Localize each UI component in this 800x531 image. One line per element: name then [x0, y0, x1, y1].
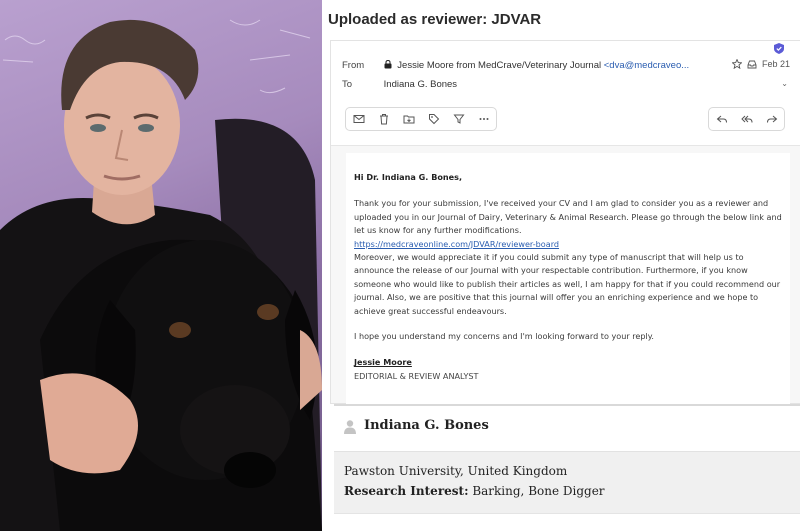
star-icon[interactable]	[731, 59, 742, 69]
chevron-down-icon[interactable]: ⌄	[781, 79, 788, 88]
to-label: To	[342, 79, 353, 90]
email-panel: Uploaded as reviewer: JDVAR From Jessie …	[322, 0, 800, 531]
from-label: From	[342, 60, 365, 71]
email-paragraph-1: Thank you for your submission, I've rece…	[354, 198, 782, 236]
signature-title: EDITORIAL & REVIEW ANALYST	[354, 370, 479, 381]
filter-icon	[452, 114, 465, 124]
mark-unread-button[interactable]	[346, 108, 371, 130]
signature-name: Jessie Moore	[354, 357, 412, 368]
profile-photo	[0, 0, 322, 531]
filter-button[interactable]	[446, 108, 471, 130]
sender-name[interactable]: Jessie Moore from MedCrave/Veterinary Jo…	[397, 60, 601, 71]
email-date: Feb 21	[761, 59, 790, 69]
person-icon	[344, 420, 356, 434]
email-greeting: Hi Dr. Indiana G. Bones,	[354, 172, 463, 182]
profile-footer	[334, 513, 800, 519]
from-row: From Jessie Moore from MedCrave/Veterina…	[342, 60, 689, 71]
reply-all-icon	[740, 115, 752, 123]
reviewer-profile-card: Indiana G. Bones Pawston University, Uni…	[334, 404, 800, 522]
label-button[interactable]	[421, 108, 446, 130]
research-interest: Research Interest: Barking, Bone Digger	[344, 484, 605, 498]
email-viewer: From Jessie Moore from MedCrave/Veterina…	[330, 40, 800, 405]
research-interest-label: Research Interest:	[344, 484, 469, 498]
more-icon	[479, 118, 488, 120]
delete-button[interactable]	[371, 108, 396, 130]
forward-icon	[766, 115, 777, 123]
email-body: Hi Dr. Indiana G. Bones, Thank you for y…	[346, 153, 790, 405]
lock-icon	[384, 60, 392, 69]
research-interest-value: Barking, Bone Digger	[468, 484, 605, 498]
more-button[interactable]	[471, 108, 496, 130]
sender-email[interactable]: <dva@medcraveo...	[604, 60, 689, 71]
folder-icon	[403, 115, 414, 124]
email-meta: Feb 21	[731, 59, 790, 69]
verified-shield-icon	[774, 43, 784, 54]
page-title: Uploaded as reviewer: JDVAR	[328, 11, 542, 28]
recipient-name[interactable]: Indiana G. Bones	[384, 79, 457, 90]
inbox-icon[interactable]	[747, 60, 757, 69]
reply-icon	[716, 115, 727, 123]
reply-toolbar	[708, 107, 785, 131]
reply-all-button[interactable]	[734, 108, 759, 130]
profile-header: Indiana G. Bones	[334, 406, 800, 450]
tag-icon	[428, 114, 439, 125]
reply-button[interactable]	[709, 108, 734, 130]
email-body-area: Hi Dr. Indiana G. Bones, Thank you for y…	[331, 146, 800, 405]
profile-details: Pawston University, United Kingdom Resea…	[334, 451, 800, 513]
affiliation: Pawston University, United Kingdom	[344, 464, 568, 478]
email-toolbar	[345, 107, 497, 131]
move-to-folder-button[interactable]	[396, 108, 421, 130]
email-paragraph-2: Moreover, we would appreciate it if you …	[354, 252, 781, 316]
reviewer-board-link[interactable]: https://medcraveonline.com/JDVAR/reviewe…	[354, 238, 782, 251]
mail-icon	[353, 115, 364, 123]
trash-icon	[379, 114, 388, 125]
photo-illustration	[0, 19, 322, 531]
email-paragraph-3: I hope you understand my concerns and I'…	[354, 331, 654, 342]
to-row: To Indiana G. Bones	[342, 79, 457, 90]
forward-button[interactable]	[759, 108, 784, 130]
profile-name: Indiana G. Bones	[364, 418, 489, 433]
